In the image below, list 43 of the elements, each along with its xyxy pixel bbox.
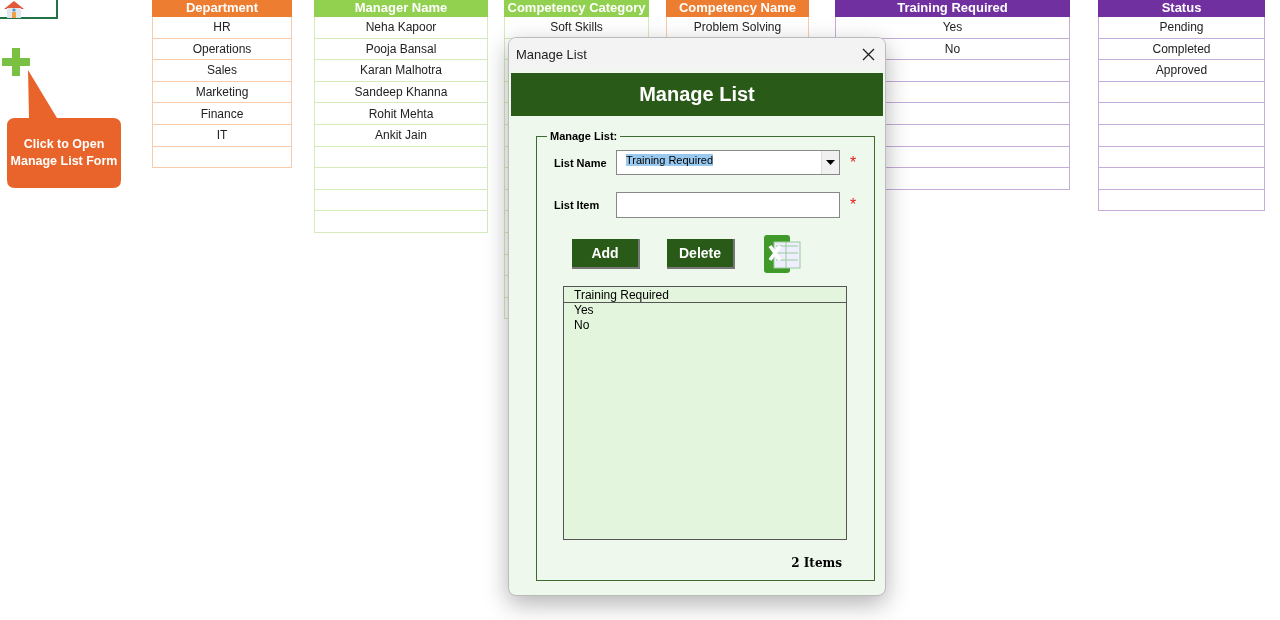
close-button[interactable] [860, 46, 877, 63]
table-cell: Finance [152, 103, 292, 125]
list-name-dropdown[interactable]: Training Required [616, 150, 840, 175]
callout: Click to Open Manage List Form [7, 70, 121, 188]
dialog-banner: Manage List [511, 73, 883, 116]
table-cell: Operations [152, 38, 292, 61]
table-cell: Ankit Jain [314, 124, 488, 147]
field-label: List Name [554, 156, 608, 169]
delete-button[interactable]: Delete [667, 239, 735, 269]
column-header: Manager Name [314, 0, 488, 17]
field-label: List Item [554, 199, 601, 211]
column-header: Training Required [835, 0, 1070, 17]
spreadsheet-icon[interactable] [762, 234, 802, 274]
column-header: Department [152, 0, 292, 17]
table-cell: Pending [1098, 17, 1265, 39]
table-cell: HR [152, 17, 292, 39]
window-title: Manage List [516, 47, 587, 62]
list-item[interactable]: Yes [564, 303, 846, 318]
table-cell: Approved [1098, 60, 1265, 82]
dropdown-caret-icon [826, 160, 835, 165]
table-cell: Marketing [152, 81, 292, 104]
group-label: Manage List: [549, 130, 619, 142]
table-cell: Rohit Mehta [314, 103, 488, 125]
column-header: Competency Category [504, 0, 649, 17]
house-icon[interactable] [2, 0, 26, 18]
list-header: Training Required [564, 287, 846, 303]
required-asterisk: * [850, 196, 857, 214]
table-cell: Pooja Bansal [314, 38, 488, 61]
add-button[interactable]: Add [572, 239, 640, 269]
list-item-input[interactable] [616, 192, 840, 218]
table-cell: Sandeep Khanna [314, 81, 488, 104]
table-cell: IT [152, 124, 292, 147]
table-cell: Completed [1098, 38, 1265, 61]
table-cell: Sales [152, 60, 292, 82]
column-header: Competency Name [666, 0, 809, 17]
table-cell: Neha Kapoor [314, 17, 488, 39]
item-count: 2 Items [791, 556, 842, 570]
column-header: Status [1098, 0, 1265, 17]
plus-icon[interactable] [2, 48, 30, 76]
table-cell: Karan Malhotra [314, 60, 488, 82]
required-asterisk: * [850, 153, 857, 172]
list-box[interactable]: Training Required Yes No [563, 286, 847, 540]
list-item[interactable]: No [564, 317, 846, 332]
